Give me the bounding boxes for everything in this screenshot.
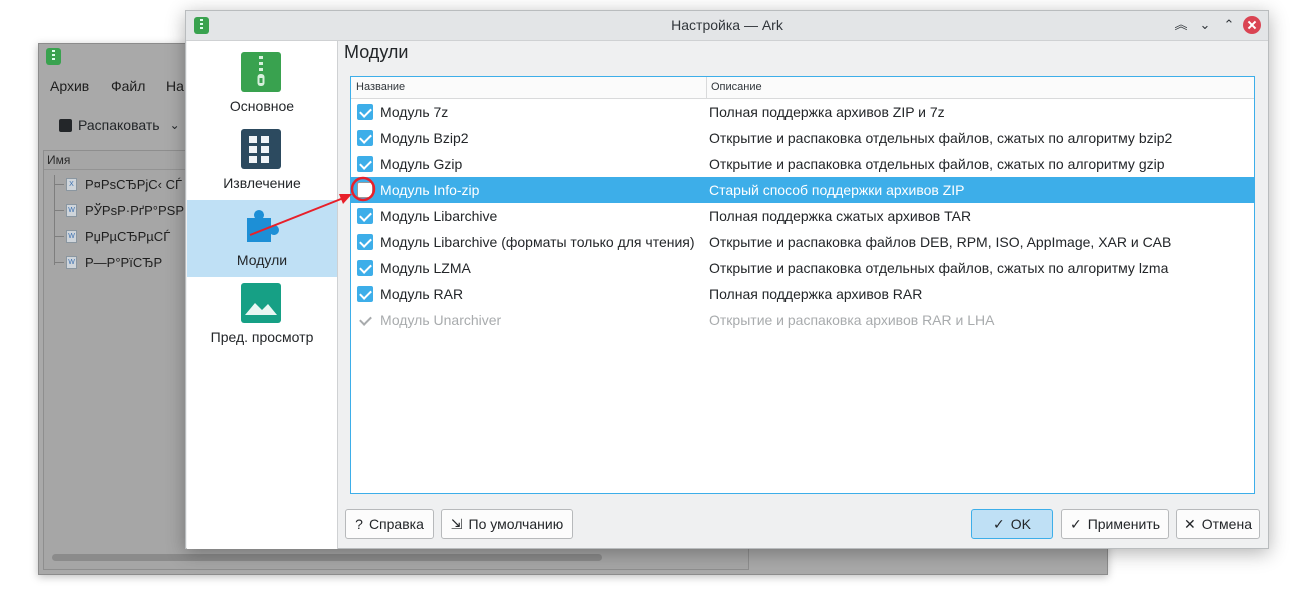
plugin-checkbox[interactable] bbox=[357, 130, 373, 146]
extract-label: Распаковать bbox=[78, 117, 160, 133]
cancel-button-label: Отмена bbox=[1201, 516, 1252, 532]
image-preview-icon bbox=[241, 283, 281, 323]
table-row[interactable]: Модуль Bzip2 Открытие и распаковка отдел… bbox=[351, 125, 1254, 151]
close-icon: ✕ bbox=[1184, 516, 1196, 532]
table-row[interactable]: Модуль Libarchive (форматы только для чт… bbox=[351, 229, 1254, 255]
plugin-name: Модуль 7z bbox=[380, 104, 449, 120]
archive-zipper-icon bbox=[241, 52, 281, 92]
file-name: РЎРѕР·РґР°РЅР bbox=[85, 202, 184, 218]
plugin-name: Модуль RAR bbox=[380, 286, 464, 302]
plugin-checkbox[interactable] bbox=[357, 286, 373, 302]
sidebar-item-extraction[interactable]: Извлечение bbox=[187, 123, 337, 200]
table-header: Название Описание bbox=[351, 77, 1254, 99]
plugin-checkbox[interactable] bbox=[357, 182, 373, 198]
apply-button[interactable]: ✓ Применить bbox=[1061, 509, 1169, 539]
puzzle-plugin-icon bbox=[241, 206, 281, 246]
sidebar-item-label: Модули bbox=[236, 252, 288, 268]
plugin-checkbox bbox=[357, 312, 373, 328]
table-row[interactable]: Модуль LZMA Открытие и распаковка отдель… bbox=[351, 255, 1254, 281]
plugin-description: Полная поддержка архивов ZIP и 7z bbox=[709, 104, 945, 120]
sidebar-item-general[interactable]: Основное bbox=[187, 46, 337, 123]
dialog-titlebar[interactable]: Настройка — Ark ︽ ⌄ ⌃ bbox=[186, 11, 1268, 41]
file-row[interactable]: W РџРµСЂРµСЃ bbox=[54, 227, 171, 245]
sidebar-item-label: Извлечение bbox=[223, 175, 301, 191]
plugin-description: Открытие и распаковка файлов DEB, RPM, I… bbox=[709, 234, 1172, 250]
tree-line bbox=[54, 175, 55, 265]
check-icon: ✓ bbox=[1069, 516, 1082, 532]
defaults-button[interactable]: ⇲ По умолчанию bbox=[441, 509, 573, 539]
plugin-description: Старый способ поддержки архивов ZIP bbox=[709, 182, 965, 198]
minimize-icon[interactable]: ⌄ bbox=[1196, 16, 1214, 34]
close-icon[interactable] bbox=[1243, 16, 1261, 34]
plugins-table: Название Описание Модуль 7z Полная подде… bbox=[350, 76, 1255, 494]
ark-app-icon bbox=[46, 48, 61, 65]
settings-dialog: Настройка — Ark ︽ ⌄ ⌃ Основное Извлечени… bbox=[185, 10, 1269, 549]
plugin-checkbox[interactable] bbox=[357, 260, 373, 276]
plugin-description: Открытие и распаковка архивов RAR и LHA bbox=[709, 312, 995, 328]
sidebar-item-label: Пред. просмотр bbox=[210, 329, 314, 345]
help-button[interactable]: ? Справка bbox=[345, 509, 434, 539]
sidebar-item-plugins[interactable]: Модули bbox=[187, 200, 337, 277]
maximize-icon[interactable]: ⌃ bbox=[1220, 16, 1238, 34]
document-file-icon: W bbox=[66, 203, 77, 217]
help-button-label: Справка bbox=[368, 516, 424, 532]
file-row[interactable]: W РЎРѕР·РґР°РЅР bbox=[54, 201, 184, 219]
file-row[interactable]: X Р¤РѕСЂРјС‹ СЃ bbox=[54, 175, 183, 193]
plugin-name: Модуль Libarchive (форматы только для чт… bbox=[380, 234, 695, 250]
plugin-name: Модуль Info-zip bbox=[380, 182, 480, 198]
plugin-checkbox[interactable] bbox=[357, 208, 373, 224]
table-row[interactable]: Модуль Libarchive Полная поддержка сжаты… bbox=[351, 203, 1254, 229]
ok-button-label: OK bbox=[1010, 516, 1031, 532]
plugin-description: Полная поддержка сжатых архивов TAR bbox=[709, 208, 972, 224]
plugin-checkbox[interactable] bbox=[357, 104, 373, 120]
sidebar-item-label: Основное bbox=[229, 98, 295, 114]
document-file-icon: W bbox=[66, 255, 77, 269]
table-row-disabled: Модуль Unarchiver Открытие и распаковка … bbox=[351, 307, 1254, 333]
table-row[interactable]: Модуль 7z Полная поддержка архивов ZIP и… bbox=[351, 99, 1254, 125]
plugin-checkbox[interactable] bbox=[357, 156, 373, 172]
extract-grid-icon bbox=[241, 129, 281, 169]
cancel-button[interactable]: ✕ Отмена bbox=[1176, 509, 1260, 539]
column-header-name[interactable]: Название bbox=[356, 81, 405, 93]
table-row[interactable]: Модуль RAR Полная поддержка архивов RAR bbox=[351, 281, 1254, 307]
page-title: Модули bbox=[344, 42, 409, 62]
file-name: Р¤РѕСЂРјС‹ СЃ bbox=[85, 176, 183, 192]
table-row[interactable]: Модуль Gzip Открытие и распаковка отдель… bbox=[351, 151, 1254, 177]
help-icon: ? bbox=[355, 516, 363, 532]
horizontal-scrollbar[interactable] bbox=[52, 554, 602, 561]
keep-above-icon[interactable]: ︽ bbox=[1172, 16, 1190, 34]
extract-button[interactable]: Распаковать ⌄ bbox=[59, 117, 180, 133]
file-name: РџРµСЂРµСЃ bbox=[85, 228, 171, 244]
plugin-description: Открытие и распаковка отдельных файлов, … bbox=[709, 260, 1169, 276]
menu-file[interactable]: Файл bbox=[111, 78, 145, 94]
plugin-checkbox[interactable] bbox=[357, 234, 373, 250]
ok-button[interactable]: ✓ OK bbox=[971, 509, 1053, 539]
plugin-name: Модуль LZMA bbox=[380, 260, 471, 276]
table-row-selected[interactable]: Модуль Info-zip Старый способ поддержки … bbox=[351, 177, 1254, 203]
defaults-button-label: По умолчанию bbox=[468, 516, 564, 532]
menu-archive[interactable]: Архив bbox=[50, 78, 89, 94]
plugin-name: Модуль Bzip2 bbox=[380, 130, 469, 146]
document-file-icon: W bbox=[66, 229, 77, 243]
apply-button-label: Применить bbox=[1087, 516, 1161, 532]
menu-partial[interactable]: На bbox=[166, 78, 184, 94]
plugin-description: Открытие и распаковка отдельных файлов, … bbox=[709, 130, 1173, 146]
sidebar-item-preview[interactable]: Пред. просмотр bbox=[187, 277, 337, 354]
plugin-description: Открытие и распаковка отдельных файлов, … bbox=[709, 156, 1165, 172]
check-icon: ✓ bbox=[993, 516, 1005, 532]
plugin-description: Полная поддержка архивов RAR bbox=[709, 286, 923, 302]
plugin-name: Модуль Unarchiver bbox=[380, 312, 502, 328]
extract-icon bbox=[59, 118, 72, 132]
chevron-down-icon[interactable]: ⌄ bbox=[170, 118, 180, 132]
dialog-title: Настройка — Ark bbox=[671, 17, 783, 33]
reset-icon: ⇲ bbox=[450, 516, 463, 532]
file-row[interactable]: W Р—Р°РїСЂР bbox=[54, 253, 163, 271]
plugin-name: Модуль Libarchive bbox=[380, 208, 498, 224]
plugin-name: Модуль Gzip bbox=[380, 156, 463, 172]
spreadsheet-file-icon: X bbox=[66, 177, 77, 191]
column-header-description[interactable]: Описание bbox=[711, 81, 762, 93]
settings-sidebar: Основное Извлечение Модули Пред. просмот… bbox=[187, 41, 338, 549]
file-name: Р—Р°РїСЂР bbox=[85, 254, 163, 270]
